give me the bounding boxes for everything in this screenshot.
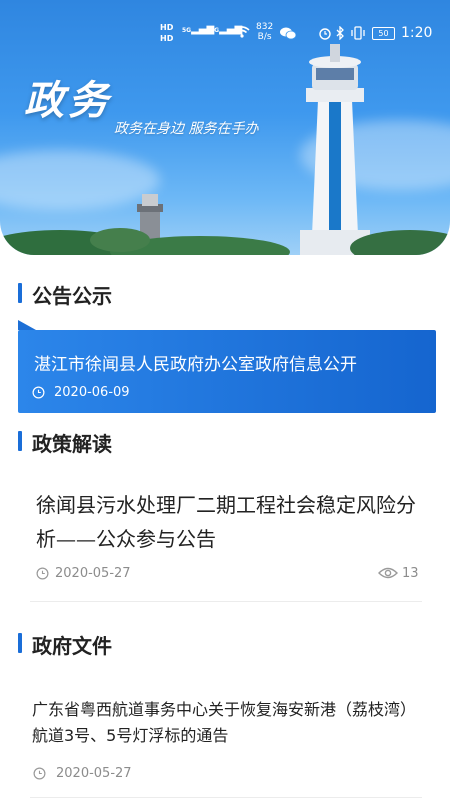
vibrate-icon <box>351 26 365 40</box>
bluetooth-icon <box>336 26 344 40</box>
eye-icon <box>378 567 398 579</box>
hero-title: 政务 <box>24 78 112 124</box>
policy-item-date: 2020-05-27 <box>55 566 131 581</box>
section-title-documents: 政府文件 <box>18 630 112 659</box>
section-title-policy: 政策解读 <box>18 428 112 457</box>
document-item-title: 广东省粤西航道事务中心关于恢复海安新港（荔枝湾）航道3号、5号灯浮标的通告 <box>32 700 417 745</box>
status-bar: HD HD 5G▂▄▆ 4G▂▄▆ 832 B/s 50 1:20 <box>0 0 450 48</box>
section-title-announcements: 公告公示 <box>18 280 112 309</box>
alarm-icon <box>319 28 331 40</box>
announcement-date: 2020-06-09 <box>54 385 130 400</box>
status-time: 1:20 <box>401 25 433 41</box>
clock-icon <box>33 767 46 780</box>
battery-indicator: 50 <box>372 27 395 40</box>
divider <box>30 797 422 798</box>
network-speed: 832 B/s <box>256 22 273 42</box>
policy-item-title: 徐闻县污水处理厂二期工程社会稳定风险分析——公众参与公告 <box>36 493 416 551</box>
divider <box>30 601 422 602</box>
wifi-icon <box>234 26 250 38</box>
clock-icon <box>36 567 49 580</box>
policy-item-views: 13 <box>402 566 419 581</box>
battery-level: 50 <box>378 29 389 38</box>
announcement-card[interactable]: 湛江市徐闻县人民政府办公室政府信息公开 2020-06-09 <box>18 320 436 413</box>
wechat-icon <box>280 27 296 40</box>
hero-banner: HD HD 5G▂▄▆ 4G▂▄▆ 832 B/s 50 1:20 政务 政务在… <box>0 0 450 255</box>
speed-value: 832 <box>256 22 274 32</box>
hd-label: HD <box>160 34 174 43</box>
clock-icon <box>32 386 45 399</box>
speed-unit: B/s <box>257 32 272 42</box>
hd-indicators: HD HD <box>160 22 173 44</box>
document-item-date: 2020-05-27 <box>56 766 132 781</box>
announcement-headline: 湛江市徐闻县人民政府办公室政府信息公开 <box>34 355 357 375</box>
hd-label: HD <box>160 23 174 32</box>
hero-subtitle: 政务在身边 服务在手办 <box>114 121 259 137</box>
